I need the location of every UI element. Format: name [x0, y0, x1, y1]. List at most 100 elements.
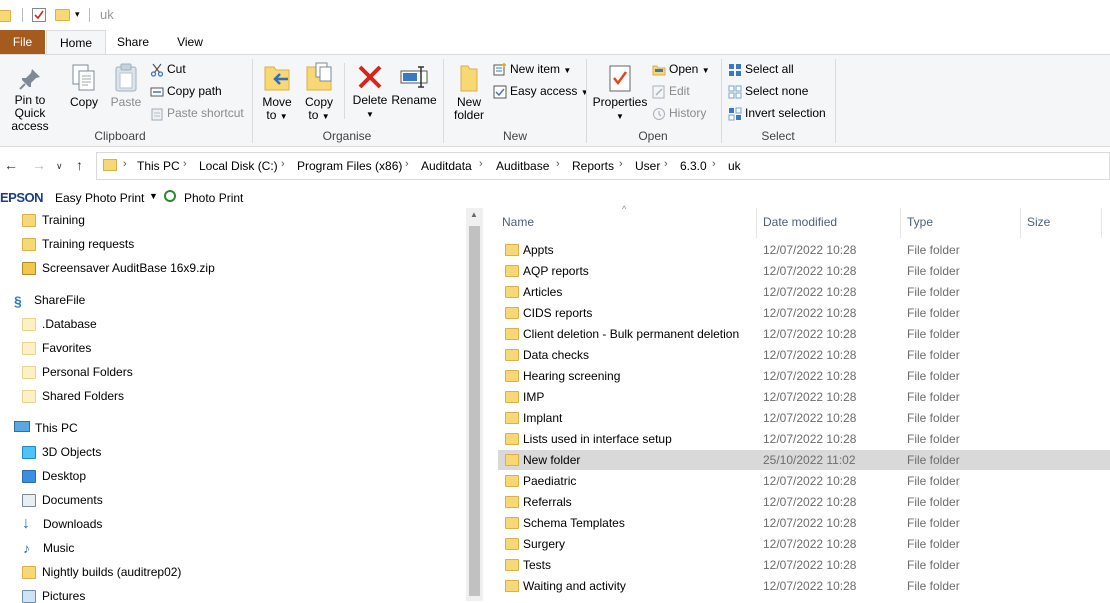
photo-print-button[interactable]: Photo Print: [184, 191, 243, 205]
nav-item-documents[interactable]: Documents: [22, 493, 103, 508]
recent-locations-chevron-icon[interactable]: ∨: [56, 161, 63, 172]
edit-icon: [652, 85, 665, 99]
table-row[interactable]: CIDS reports 12/07/2022 10:28 File folder: [498, 303, 1110, 323]
table-row[interactable]: IMP 12/07/2022 10:28 File folder: [498, 387, 1110, 407]
tab-share[interactable]: Share: [108, 30, 158, 54]
tab-home[interactable]: Home: [46, 30, 106, 55]
nav-item-training[interactable]: Training: [22, 213, 85, 228]
column-separator[interactable]: [1020, 208, 1021, 238]
table-row-selected[interactable]: New folder 25/10/2022 11:02 File folder: [498, 450, 1110, 470]
copy-path-button[interactable]: Copy path: [150, 82, 222, 100]
up-arrow-icon[interactable]: ↑: [76, 157, 83, 173]
folder-icon: [22, 238, 36, 252]
nav-item-shared-folders[interactable]: Shared Folders: [22, 389, 124, 404]
breadcrumb-item[interactable]: Local Disk (C:): [199, 159, 278, 173]
breadcrumb-item[interactable]: uk: [728, 159, 741, 173]
table-row[interactable]: Tests 12/07/2022 10:28 File folder: [498, 555, 1110, 575]
table-row[interactable]: Data checks 12/07/2022 10:28 File folder: [498, 345, 1110, 365]
history-button[interactable]: History: [652, 104, 706, 122]
properties-icon: [609, 65, 631, 92]
nav-item-favorites[interactable]: Favorites: [22, 341, 91, 356]
nav-item-downloads[interactable]: ↓ Downloads: [22, 515, 102, 532]
back-arrow-icon[interactable]: ←: [4, 157, 18, 173]
folder-icon: [505, 391, 519, 403]
table-row[interactable]: Implant 12/07/2022 10:28 File folder: [498, 408, 1110, 428]
pin-icon: [19, 69, 40, 90]
table-row[interactable]: Appts 12/07/2022 10:28 File folder: [498, 240, 1110, 260]
table-row[interactable]: Waiting and activity 12/07/2022 10:28 File…: [498, 576, 1110, 596]
properties-button[interactable]: Properties ▼: [592, 63, 648, 123]
breadcrumb-item[interactable]: Program Files (x86): [297, 159, 402, 173]
nav-item-sharefile[interactable]: § ShareFile: [14, 293, 85, 309]
cut-button[interactable]: Cut: [150, 60, 186, 78]
table-row[interactable]: Client deletion - Bulk permanent deletio…: [498, 324, 1110, 344]
documents-icon: [22, 494, 36, 508]
breadcrumb-item[interactable]: Auditdata: [421, 159, 472, 173]
column-separator[interactable]: [756, 208, 757, 238]
invert-selection-button[interactable]: Invert selection: [728, 104, 826, 122]
folder-icon: [505, 496, 519, 508]
nav-item-3d-objects[interactable]: 3D Objects: [22, 445, 101, 460]
breadcrumb-separator-icon: ›: [405, 158, 409, 170]
move-to-button[interactable]: Move to ▼: [259, 61, 295, 123]
breadcrumb-item[interactable]: This PC: [137, 159, 180, 173]
paste-button[interactable]: Paste: [108, 63, 144, 109]
delete-button[interactable]: Delete ▼: [350, 63, 390, 121]
nav-item-desktop[interactable]: Desktop: [22, 469, 86, 484]
copy-to-button[interactable]: Copy to ▼: [301, 61, 337, 123]
nav-item-screensaver[interactable]: Screensaver AuditBase 16x9.zip: [22, 261, 215, 276]
easy-access-icon: [493, 85, 507, 99]
chevron-down-icon[interactable]: ▼: [149, 191, 158, 201]
nav-item-personal-folders[interactable]: Personal Folders: [22, 365, 133, 380]
breadcrumb-item[interactable]: 6.3.0: [680, 159, 707, 173]
move-to-icon: [264, 66, 290, 91]
forward-arrow-icon[interactable]: →: [32, 157, 46, 173]
easy-photo-print-button[interactable]: Easy Photo Print: [55, 191, 144, 205]
title-bar: ▾ uk: [0, 0, 1110, 30]
breadcrumb-item[interactable]: Reports: [572, 159, 614, 173]
column-header-date-modified[interactable]: Date modified: [763, 215, 837, 229]
address-bar[interactable]: › This PC › Local Disk (C:) › Program Fi…: [96, 152, 1110, 180]
folder-icon: [505, 559, 519, 571]
breadcrumb-item[interactable]: User: [635, 159, 660, 173]
select-all-button[interactable]: Select all: [728, 60, 794, 78]
separator: [344, 63, 345, 119]
tab-file[interactable]: File: [0, 30, 45, 54]
column-separator[interactable]: [900, 208, 901, 238]
table-row[interactable]: Paediatric 12/07/2022 10:28 File folder: [498, 471, 1110, 491]
table-row[interactable]: Referrals 12/07/2022 10:28 File folder: [498, 492, 1110, 512]
scroll-up-arrow-icon[interactable]: ▲: [470, 210, 478, 219]
table-row[interactable]: Surgery 12/07/2022 10:28 File folder: [498, 534, 1110, 554]
column-separator[interactable]: [1101, 208, 1102, 238]
zip-file-icon: [22, 262, 36, 276]
easy-access-button[interactable]: Easy access ▼: [493, 82, 589, 100]
table-row[interactable]: AQP reports 12/07/2022 10:28 File folder: [498, 261, 1110, 281]
nav-item-music[interactable]: ♪ Music: [22, 540, 74, 556]
nav-item-training-requests[interactable]: Training requests: [22, 237, 134, 252]
breadcrumb-item[interactable]: Auditbase: [496, 159, 549, 173]
open-button[interactable]: Open ▼: [652, 60, 710, 78]
new-item-button[interactable]: New item ▼: [493, 60, 571, 78]
edit-button[interactable]: Edit: [652, 82, 690, 100]
new-folder-button[interactable]: New folder: [449, 63, 489, 122]
table-row[interactable]: Lists used in interface setup 12/07/2022 …: [498, 429, 1110, 449]
select-none-button[interactable]: Select none: [728, 82, 808, 100]
table-row[interactable]: Articles 12/07/2022 10:28 File folder: [498, 282, 1110, 302]
customize-qat-icon[interactable]: ▾: [75, 9, 80, 20]
nav-item-this-pc[interactable]: This PC: [14, 421, 78, 435]
column-header-type[interactable]: Type: [907, 215, 933, 229]
nav-pane-scroll-thumb[interactable]: [469, 226, 480, 596]
column-header-size[interactable]: Size: [1027, 215, 1050, 229]
table-row[interactable]: Schema Templates 12/07/2022 10:28 File fol…: [498, 513, 1110, 533]
rename-button[interactable]: Rename: [391, 63, 437, 107]
pin-to-quick-access-button[interactable]: Pin to Quick access: [0, 67, 60, 133]
copy-button[interactable]: Copy: [66, 63, 102, 109]
table-row[interactable]: Hearing screening 12/07/2022 10:28 File fo…: [498, 366, 1110, 386]
column-header-name[interactable]: Name: [502, 215, 534, 229]
new-folder-icon[interactable]: [55, 9, 70, 21]
tab-view[interactable]: View: [164, 30, 216, 54]
properties-check-icon[interactable]: [32, 8, 46, 22]
nav-item-nightly-builds[interactable]: Nightly builds (auditrep02): [22, 565, 181, 580]
nav-item-database[interactable]: .Database: [22, 317, 97, 332]
paste-shortcut-button[interactable]: Paste shortcut: [150, 104, 244, 122]
